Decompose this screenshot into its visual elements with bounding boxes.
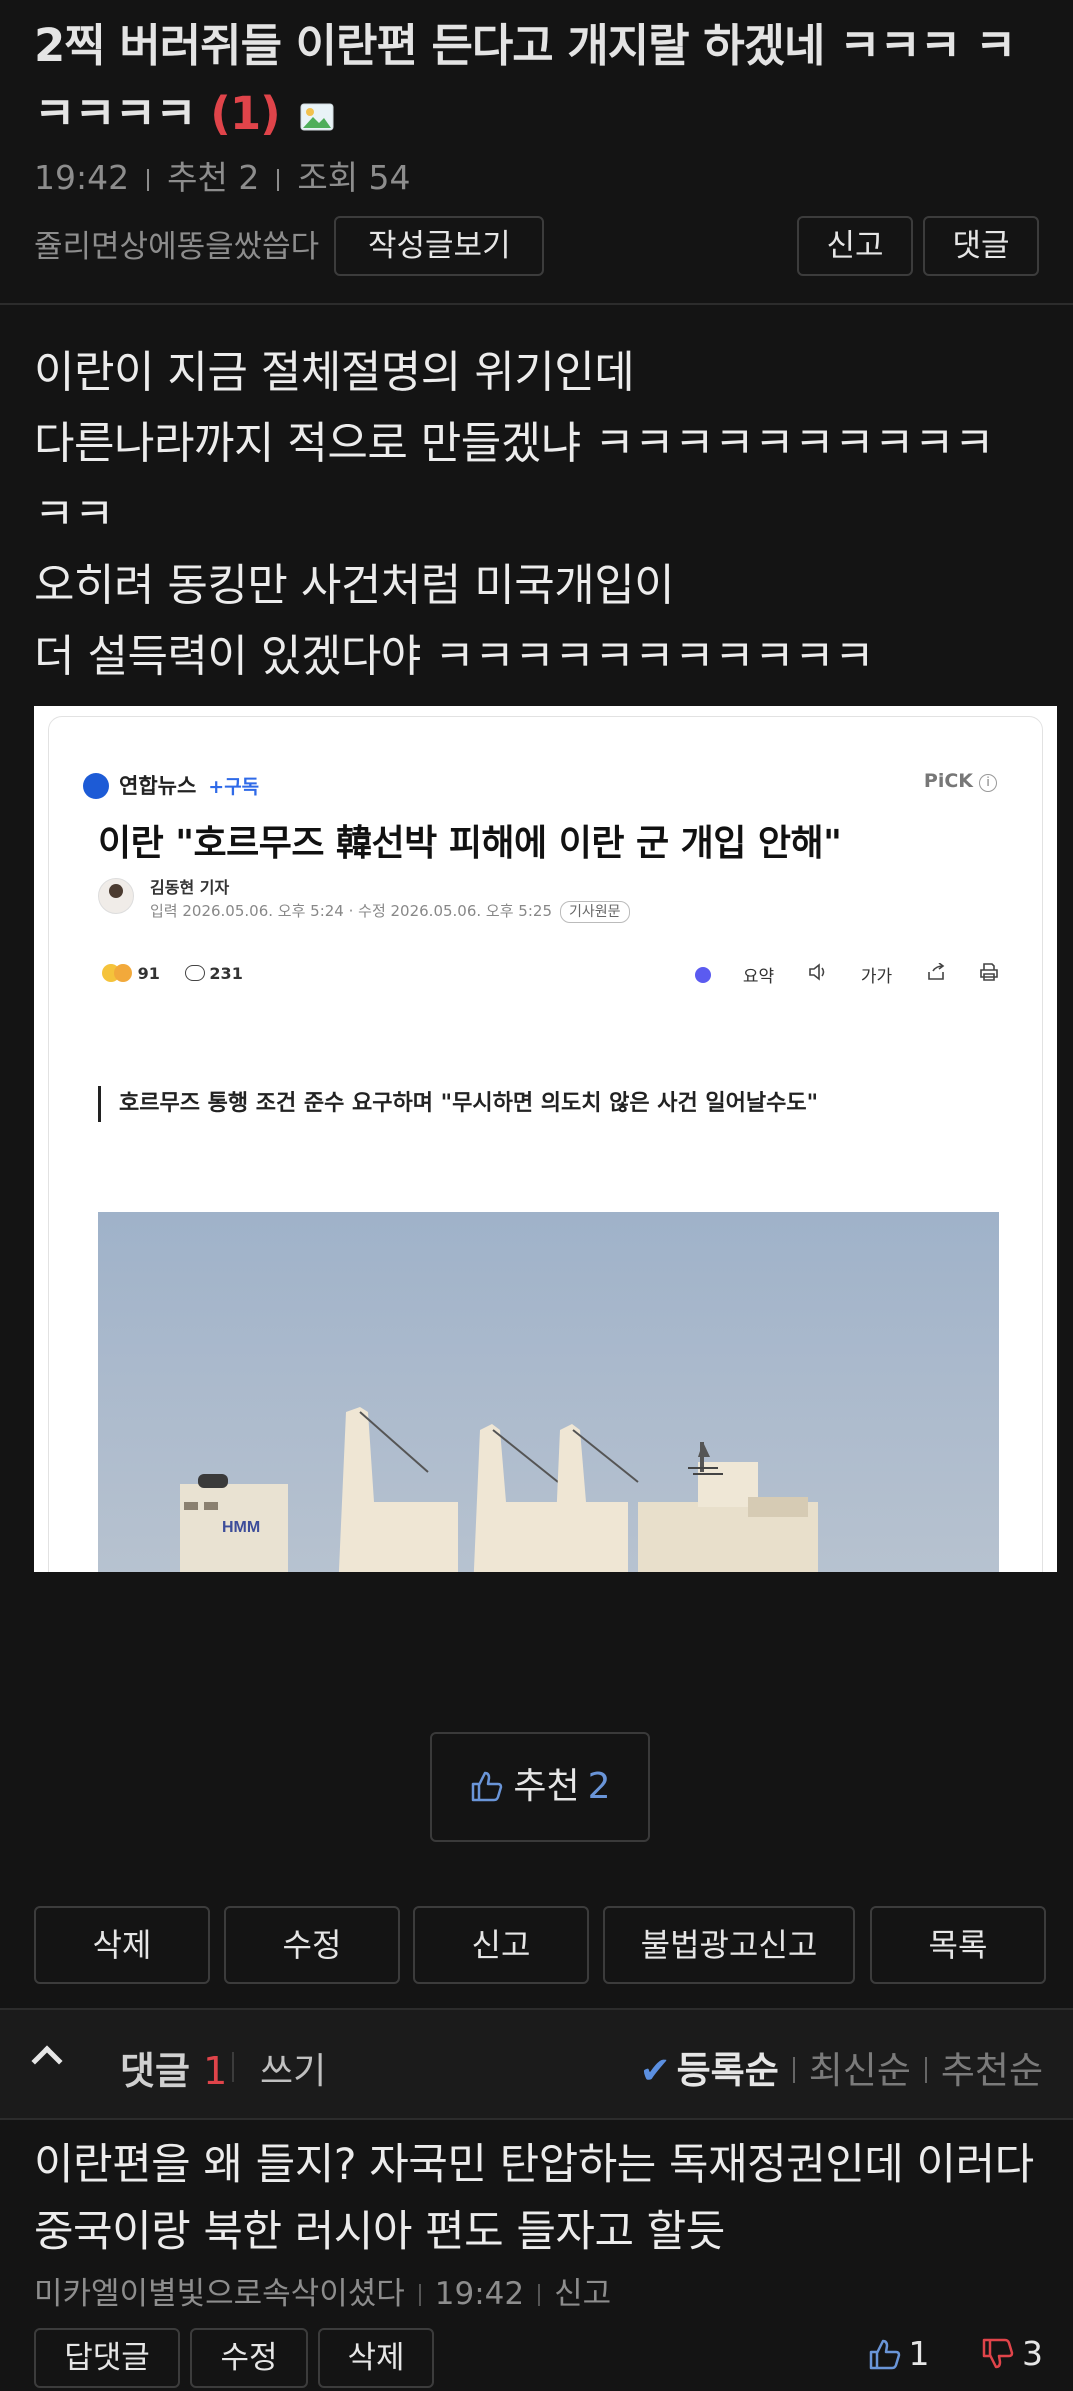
info-icon: i: [979, 774, 997, 792]
cargo-ship-image: HMM: [180, 1407, 818, 1572]
divider: [147, 169, 150, 191]
ship-photo: HMM: [98, 1212, 999, 1572]
article-source-name: 연합뉴스: [119, 774, 197, 798]
report-button-bottom[interactable]: 신고: [413, 1906, 589, 1984]
article-screenshot: 연합뉴스 +구독 PiCK i 이란 "호르무즈 韓선박 피해에 이란 군 개입 안…: [34, 706, 1057, 1572]
divider: [277, 169, 280, 191]
comment-bubble-icon: [185, 965, 206, 981]
list-button[interactable]: 목록: [870, 1906, 1046, 1984]
share-icon: [926, 962, 946, 986]
comment-report-link[interactable]: 신고: [554, 2276, 611, 2312]
article-reporter: 김동현 기자: [150, 878, 230, 897]
reporter-avatar: [98, 878, 134, 914]
sort-recommended[interactable]: 추천순: [941, 2049, 1043, 2092]
sort-latest[interactable]: 최신순: [809, 2049, 911, 2092]
post-comment-count[interactable]: (1): [210, 87, 280, 140]
post-title: 2찍 버러쥐들 이란편 든다고 개지랄 하겠네 ㅋㅋㅋ ㅋㅋㅋㅋㅋ (1): [34, 12, 1039, 148]
comment-edit-button[interactable]: 수정: [190, 2328, 308, 2388]
write-comment-link[interactable]: 쓰기: [260, 2042, 326, 2094]
article-headline: 이란 "호르무즈 韓선박 피해에 이란 군 개입 안해": [98, 823, 842, 864]
article-reactions: 91 231: [102, 964, 243, 983]
divider: [538, 2284, 541, 2306]
reaction-emoji-icon: [114, 964, 132, 982]
comment-actions: 답댓글 수정 삭제: [34, 2328, 444, 2390]
print-icon: [979, 963, 999, 986]
ship-logo-text: HMM: [222, 1519, 260, 1536]
post-body-line: 더 설득력이 있겠다야 ㅋㅋㅋㅋㅋㅋㅋㅋㅋㅋㅋ: [34, 631, 875, 682]
subscribe-link: +구독: [208, 776, 260, 798]
comment-dislike-button[interactable]: 3: [980, 2334, 1043, 2373]
post-recommend-count: 추천 2: [167, 158, 260, 197]
thumbs-up-icon: [869, 2339, 900, 2370]
comments-title: 댓글: [120, 2049, 190, 2093]
reply-button[interactable]: 댓글: [923, 216, 1039, 276]
author-row: 쥴리면상에똥을쌌씁다 작성글보기 신고 댓글: [34, 216, 1039, 278]
comment-like-count: 1: [908, 2334, 930, 2373]
reply-comment-button[interactable]: 답댓글: [34, 2328, 180, 2388]
divider: [232, 2052, 234, 2082]
post-body: 이란이 지금 절체절명의 위기인데 다른나라까지 적으로 만들겠냐 ㅋㅋㅋㅋㅋㅋ…: [0, 305, 1073, 1572]
sort-registered[interactable]: 등록순: [677, 2049, 779, 2092]
report-button[interactable]: 신고: [797, 216, 913, 276]
post-body-line: 오히려 동킹만 사건처럼 미국개입이: [34, 560, 675, 611]
summary-icon: [694, 966, 711, 983]
speaker-icon: [808, 963, 828, 986]
comments-count: 1: [203, 2049, 228, 2093]
divider: [792, 2057, 795, 2083]
article-summary: 호르무즈 통행 조건 준수 요구하며 "무시하면 의도치 않은 사건 일어날수도…: [98, 1086, 818, 1122]
post-author[interactable]: 쥴리면상에똥을쌌씁다: [34, 216, 319, 278]
post-header: 2찍 버러쥐들 이란편 든다고 개지랄 하겠네 ㅋㅋㅋ ㅋㅋㅋㅋㅋ (1) 19…: [0, 0, 1073, 305]
comment-sort: ✔ 등록순 최신순 추천순: [640, 2040, 1043, 2094]
post-body-line: 이란이 지금 절체절명의 위기인데: [34, 347, 635, 398]
comment-votes: 1 3: [827, 2334, 1043, 2373]
comment-text: 이란편을 왜 들지? 자국민 탄압하는 독재정권인데 이러다 중국이랑 북한 러…: [34, 2140, 1034, 2257]
post-view-count: 조회 54: [297, 158, 411, 197]
illegal-ad-report-button[interactable]: 불법광고신고: [603, 1906, 855, 1984]
font-size-tool: 가가: [860, 967, 893, 987]
author-posts-button[interactable]: 작성글보기: [334, 216, 545, 276]
comment-like-button[interactable]: 1: [867, 2334, 930, 2373]
post-time: 19:42: [34, 158, 130, 197]
recommend-count: 2: [587, 1766, 611, 1807]
comment-item: 이란편을 왜 들지? 자국민 탄압하는 독재정권인데 이러다 중국이랑 북한 러…: [34, 2132, 1046, 2318]
divider: [418, 2284, 421, 2306]
pick-badge: PiCK i: [924, 770, 997, 792]
pick-label: PiCK: [923, 770, 973, 792]
summary-tool: 요약: [667, 962, 774, 987]
check-icon: ✔: [639, 2049, 671, 2092]
divider: [924, 2057, 927, 2083]
thumbs-up-icon: [472, 1771, 503, 1802]
news-logo-icon: [83, 773, 109, 799]
thumbs-down-icon: [982, 2338, 1014, 2369]
summary-label: 요약: [742, 967, 775, 987]
comment-delete-button[interactable]: 삭제: [318, 2328, 434, 2388]
post-actions: 삭제 수정 신고 불법광고신고 목록: [34, 1906, 1046, 1984]
post-top-actions: 신고 댓글: [787, 216, 1039, 276]
reaction-count: 91: [137, 964, 160, 983]
recommend-label: 추천: [513, 1766, 580, 1807]
image-attachment-icon: [300, 103, 334, 131]
comment-author[interactable]: 미카엘이별빛으로속삭이셨다: [34, 2276, 405, 2312]
recommend-button[interactable]: 추천 2: [430, 1732, 650, 1842]
article-comment-count: 231: [209, 964, 243, 983]
article-tools: 요약 가가: [639, 962, 999, 987]
edit-button[interactable]: 수정: [224, 1906, 400, 1984]
article-dates: 입력 2026.05.06. 오후 5:24 · 수정 2026.05.06. …: [150, 900, 630, 923]
comment-meta: 미카엘이별빛으로속삭이셨다 19:42 신고: [34, 2270, 1046, 2318]
article-source: 연합뉴스 +구독: [83, 770, 259, 800]
post-title-text: 2찍 버러쥐들 이란편 든다고 개지랄 하겠네 ㅋㅋㅋ ㅋㅋㅋㅋㅋ: [34, 19, 1016, 140]
comments-bar: 댓글 1 쓰기 ✔ 등록순 최신순 추천순: [0, 2008, 1073, 2120]
article-date-text: 입력 2026.05.06. 오후 5:24 · 수정 2026.05.06. …: [150, 902, 552, 920]
comment-dislike-count: 3: [1022, 2334, 1043, 2373]
delete-button[interactable]: 삭제: [34, 1906, 210, 1984]
comments-label: 댓글 1: [120, 2040, 227, 2095]
post-meta: 19:42 추천 2 조회 54: [34, 158, 1039, 198]
comment-time: 19:42: [434, 2276, 525, 2312]
post-body-line: 다른나라까지 적으로 만들겠냐 ㅋㅋㅋㅋㅋㅋㅋㅋㅋㅋ ㅋㅋ: [34, 418, 995, 540]
original-article-badge: 기사원문: [560, 901, 630, 923]
collapse-chevron-icon[interactable]: [31, 2045, 63, 2077]
